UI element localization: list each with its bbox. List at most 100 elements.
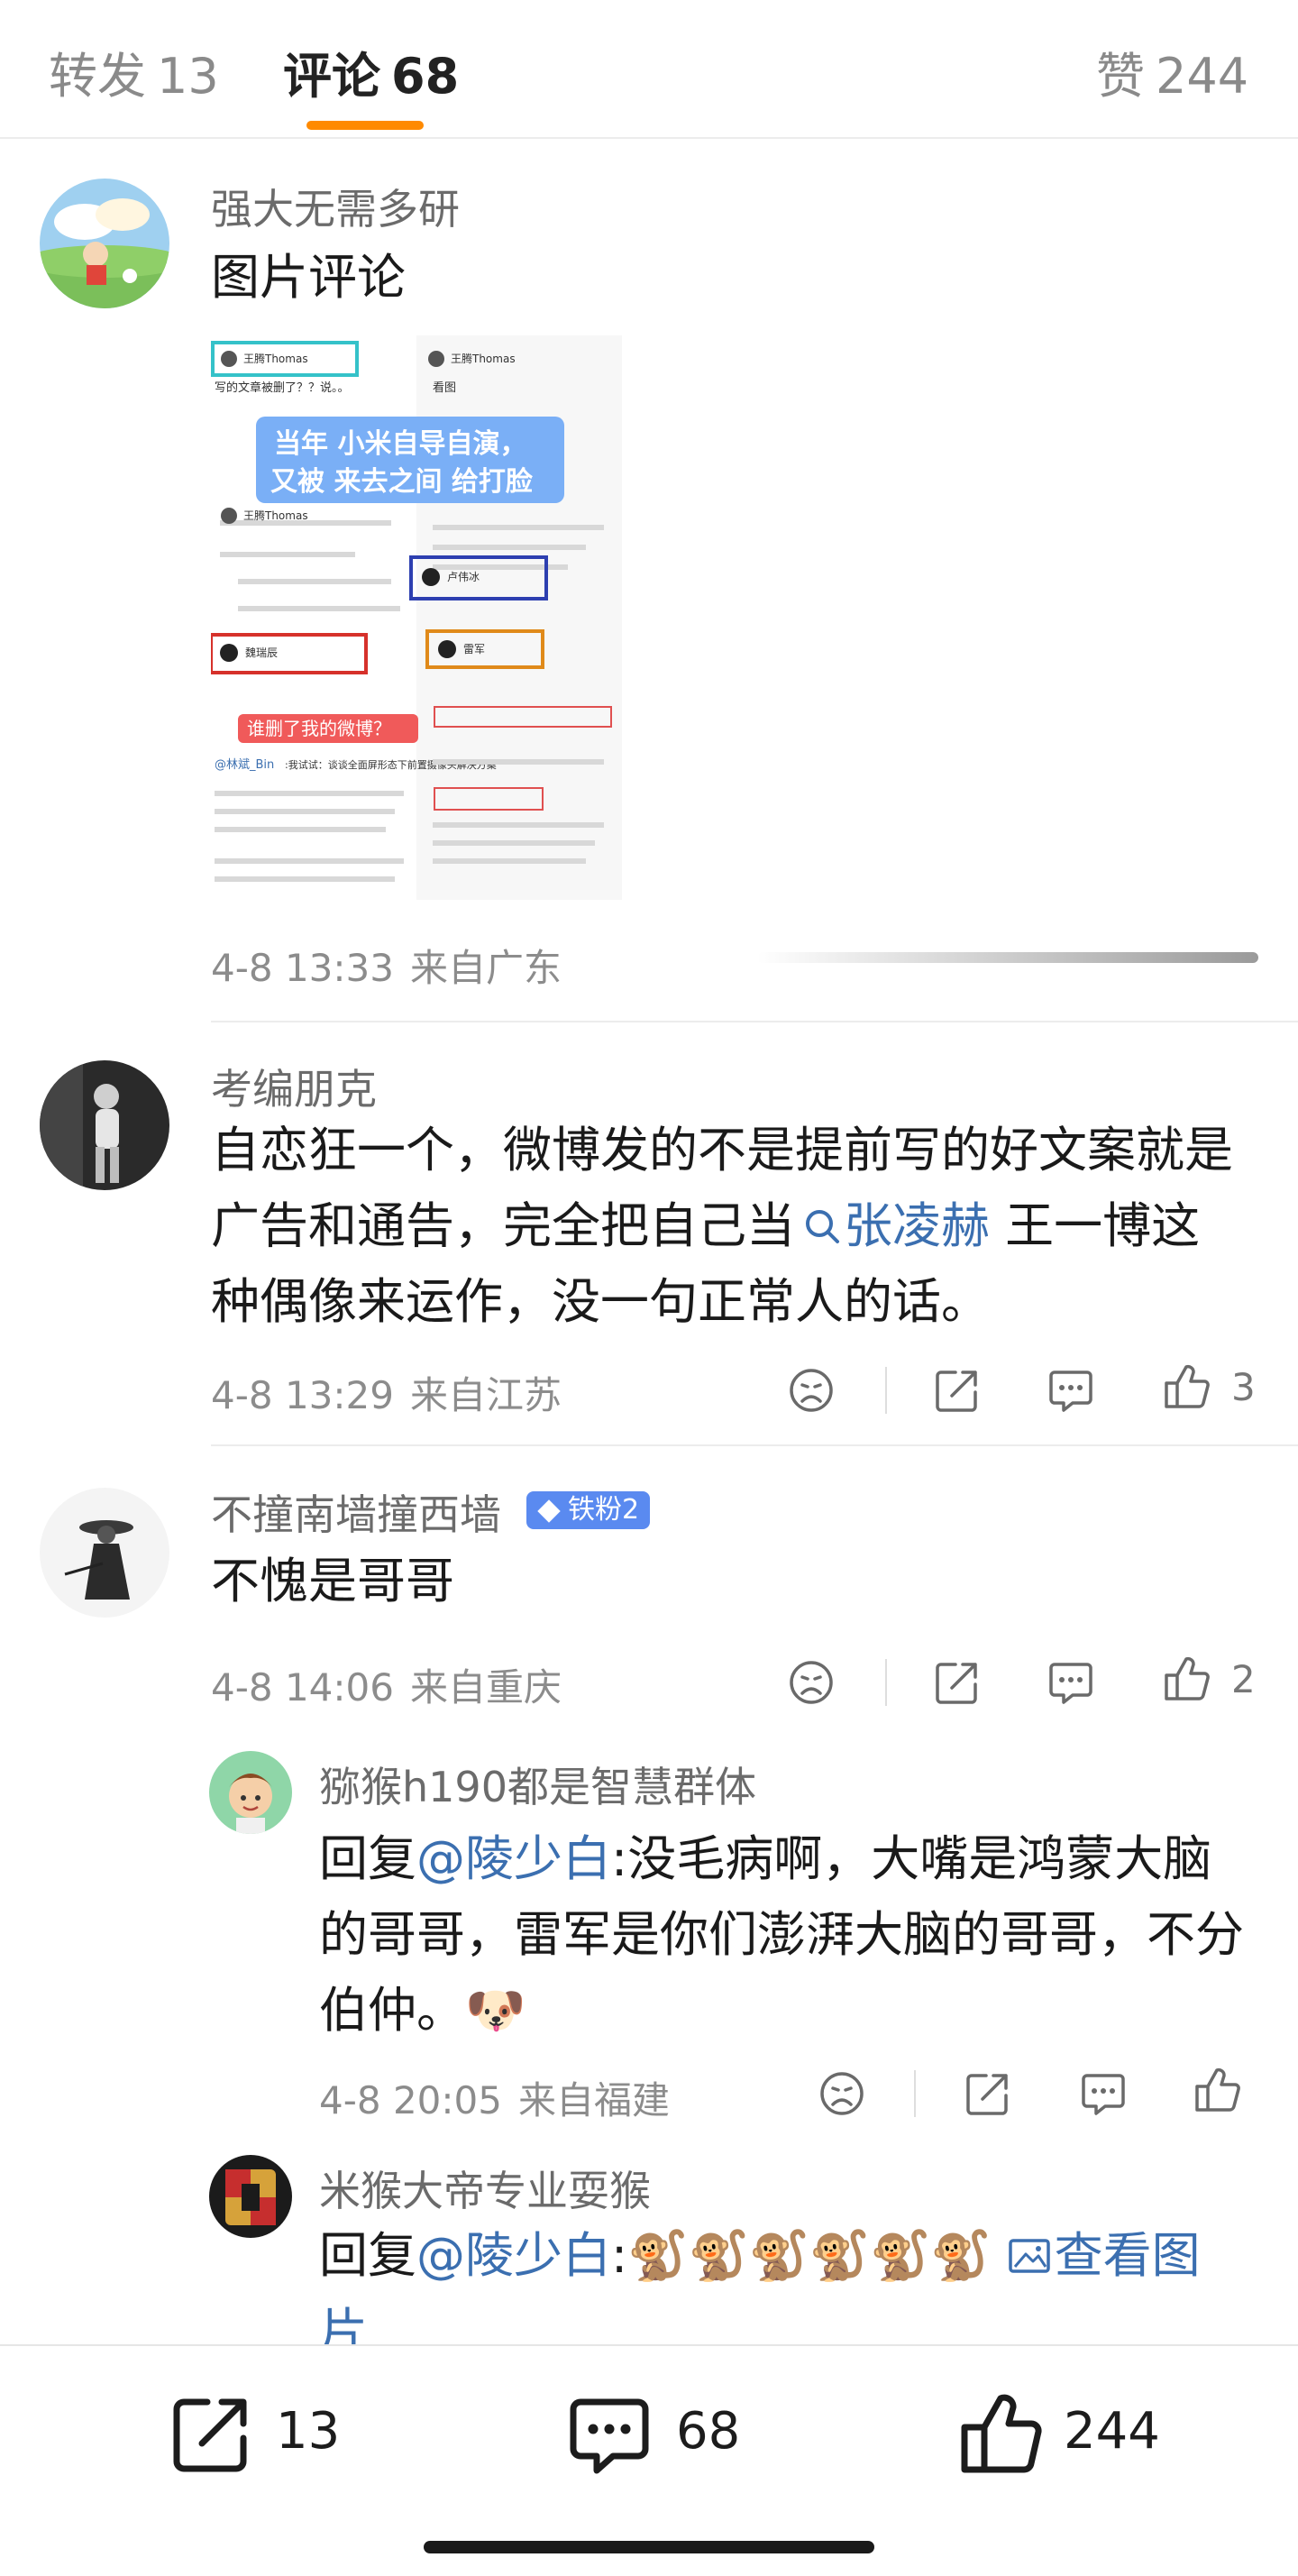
reply-text-line: 的哥哥，雷军是你们澎湃大脑的哥哥，不分 bbox=[319, 1906, 1244, 1963]
avatar-ink-figure-image bbox=[40, 1488, 169, 1618]
share-icon[interactable] bbox=[932, 1365, 983, 1416]
share-icon[interactable] bbox=[932, 1657, 983, 1708]
name-label: 王腾Thomas bbox=[451, 352, 516, 365]
like-count: 2 bbox=[1231, 1657, 1256, 1701]
name-label: 魏瑞辰 bbox=[245, 646, 278, 659]
reply-time: 4-8 20:05 bbox=[319, 2078, 502, 2122]
name-label: 卢伟冰 bbox=[447, 570, 480, 583]
avatar[interactable] bbox=[209, 2155, 292, 2238]
tab-comments-count: 68 bbox=[391, 48, 460, 105]
comment-icon bbox=[570, 2398, 649, 2474]
doge-emoji-icon: 🐶 bbox=[465, 1982, 526, 2039]
post-text: 写的文章被删了？？说。。 bbox=[215, 380, 350, 395]
mention-link: @林斌_Bin bbox=[215, 758, 274, 772]
comment-count: 68 bbox=[676, 2402, 741, 2461]
reply-text-line: 回复@陵少白:没毛病啊，大嘴是鸿蒙大脑 bbox=[319, 1830, 1212, 1887]
like-icon[interactable] bbox=[1161, 1654, 1211, 1704]
comment-text: 图片评论 bbox=[211, 249, 406, 306]
tab-comments[interactable]: 评论 68 bbox=[283, 36, 459, 107]
comment-text: 不愧是哥哥 bbox=[211, 1553, 454, 1609]
comment-text-line: 广告和通告，完全把自己当 张凌赫 王一博这 bbox=[211, 1197, 1201, 1254]
like-icon bbox=[961, 2394, 1042, 2473]
overlay-caption: 又被 来去之间 给打脸 bbox=[270, 466, 534, 498]
tab-bar: 转发 13 评论 68 赞 244 bbox=[0, 0, 1298, 139]
comment-text-line: 自恋狂一个，微博发的不是提前写的好文案就是 bbox=[211, 1122, 1233, 1178]
bottom-like-button[interactable] bbox=[955, 2389, 1046, 2483]
avatar-landscape-image bbox=[40, 179, 169, 308]
share-icon[interactable] bbox=[963, 2068, 1013, 2119]
reply-text: 回复@陵少白:🐒🐒🐒🐒🐒🐒 查看图 片 bbox=[319, 2218, 1275, 2344]
comment-meta: 4-8 13:33 来自广东 bbox=[211, 938, 562, 993]
tab-comments-label: 评论 bbox=[283, 48, 380, 105]
dislike-icon[interactable] bbox=[786, 1365, 836, 1416]
avatar-crest-logo-image bbox=[209, 2155, 292, 2238]
mention-link[interactable]: @陵少白 bbox=[416, 2227, 611, 2284]
comment-username[interactable]: 不撞南墙撞西墙 bbox=[211, 1482, 501, 1542]
view-image-link[interactable]: 查看图 bbox=[992, 2227, 1201, 2284]
like-count: 3 bbox=[1231, 1365, 1256, 1409]
reply-username[interactable]: 猕猴h190都是智慧群体 bbox=[319, 1755, 756, 1814]
like-icon[interactable] bbox=[1161, 1361, 1211, 1412]
comment-time: 4-8 14:06 bbox=[211, 1665, 394, 1710]
divider bbox=[914, 2070, 916, 2117]
comment-username[interactable]: 考编朋克 bbox=[211, 1057, 377, 1116]
avatar[interactable] bbox=[40, 1488, 169, 1618]
avatar-photo-image bbox=[40, 1060, 169, 1190]
like-icon[interactable] bbox=[1192, 2065, 1242, 2115]
fan-badge-label: 铁粉2 bbox=[568, 1494, 640, 1526]
faded-quote-decoration bbox=[757, 952, 1258, 963]
comment-username[interactable]: 强大无需多研 bbox=[211, 177, 460, 236]
comment-image-thumbnail[interactable]: 王腾Thomas 写的文章被删了？？说。。 王腾Thomas 看图 当年 小米自… bbox=[211, 335, 622, 900]
name-label: 王腾Thomas bbox=[243, 352, 308, 365]
comment-meta: 4-8 13:29 来自江苏 bbox=[211, 1365, 562, 1420]
divider bbox=[885, 1659, 887, 1706]
comment-time: 4-8 13:33 bbox=[211, 946, 394, 990]
avatar[interactable] bbox=[209, 1751, 292, 1834]
tab-likes-label: 赞 bbox=[1096, 48, 1145, 105]
screenshot-collage-image: 王腾Thomas 写的文章被删了？？说。。 王腾Thomas 看图 当年 小米自… bbox=[211, 335, 622, 900]
image-icon bbox=[1008, 2239, 1050, 2273]
overlay-caption: 当年 小米自导自演， bbox=[274, 428, 526, 460]
bottom-comment-button[interactable] bbox=[564, 2389, 654, 2483]
home-indicator bbox=[424, 2541, 874, 2553]
share-count: 13 bbox=[276, 2402, 341, 2461]
tab-reposts-label: 转发 bbox=[49, 48, 146, 105]
tab-likes-count: 244 bbox=[1156, 48, 1249, 105]
comment-time: 4-8 13:29 bbox=[211, 1373, 394, 1417]
comment-icon[interactable] bbox=[1046, 1365, 1096, 1416]
reply-location: 来自福建 bbox=[518, 2078, 671, 2122]
topic-link[interactable]: 张凌赫 bbox=[795, 1197, 990, 1254]
bottom-share-button[interactable] bbox=[166, 2389, 256, 2483]
share-icon bbox=[173, 2398, 247, 2472]
divider bbox=[211, 1444, 1298, 1446]
reply-meta: 4-8 20:05 来自福建 bbox=[319, 2070, 670, 2125]
monkey-emoji-icon: 🐒🐒🐒🐒🐒🐒 bbox=[627, 2227, 992, 2284]
mention-link[interactable]: @陵少白 bbox=[416, 1830, 611, 1887]
active-tab-indicator bbox=[306, 121, 424, 130]
avatar[interactable] bbox=[40, 179, 169, 308]
avatar-cartoon-boy-image bbox=[209, 1751, 292, 1834]
dislike-icon[interactable] bbox=[786, 1657, 836, 1708]
fan-badge: 铁粉2 bbox=[526, 1491, 651, 1529]
comment-icon[interactable] bbox=[1046, 1657, 1096, 1708]
reply-text-line[interactable]: 片 bbox=[319, 2294, 1275, 2344]
comment-text-line: 种偶像来运作，没一句正常人的话。 bbox=[211, 1273, 990, 1330]
comment-icon[interactable] bbox=[1078, 2068, 1129, 2119]
name-label: 王腾Thomas bbox=[243, 509, 308, 522]
diamond-icon bbox=[537, 1499, 561, 1523]
reply-text-line: 回复@陵少白:🐒🐒🐒🐒🐒🐒 查看图 bbox=[319, 2227, 1201, 2284]
reply-username[interactable]: 米猴大帝专业耍猴 bbox=[319, 2159, 651, 2218]
comment-location: 来自重庆 bbox=[410, 1665, 562, 1710]
comment-location: 来自江苏 bbox=[410, 1373, 562, 1417]
divider bbox=[885, 1367, 887, 1414]
tab-reposts[interactable]: 转发 13 bbox=[49, 36, 219, 107]
overlay-caption: 谁删了我的微博？ bbox=[247, 718, 391, 739]
name-label: 雷军 bbox=[463, 643, 485, 655]
comment-location: 来自广东 bbox=[410, 946, 562, 990]
avatar[interactable] bbox=[40, 1060, 169, 1190]
reply-text-line: 伯仲。🐶 bbox=[319, 1982, 526, 2039]
dislike-icon[interactable] bbox=[817, 2068, 867, 2119]
like-count: 244 bbox=[1064, 2402, 1160, 2461]
reply-text: 回复@陵少白:没毛病啊，大嘴是鸿蒙大脑 的哥哥，雷军是你们澎湃大脑的哥哥，不分 … bbox=[319, 1821, 1275, 2049]
tab-likes[interactable]: 赞 244 bbox=[1096, 36, 1248, 107]
